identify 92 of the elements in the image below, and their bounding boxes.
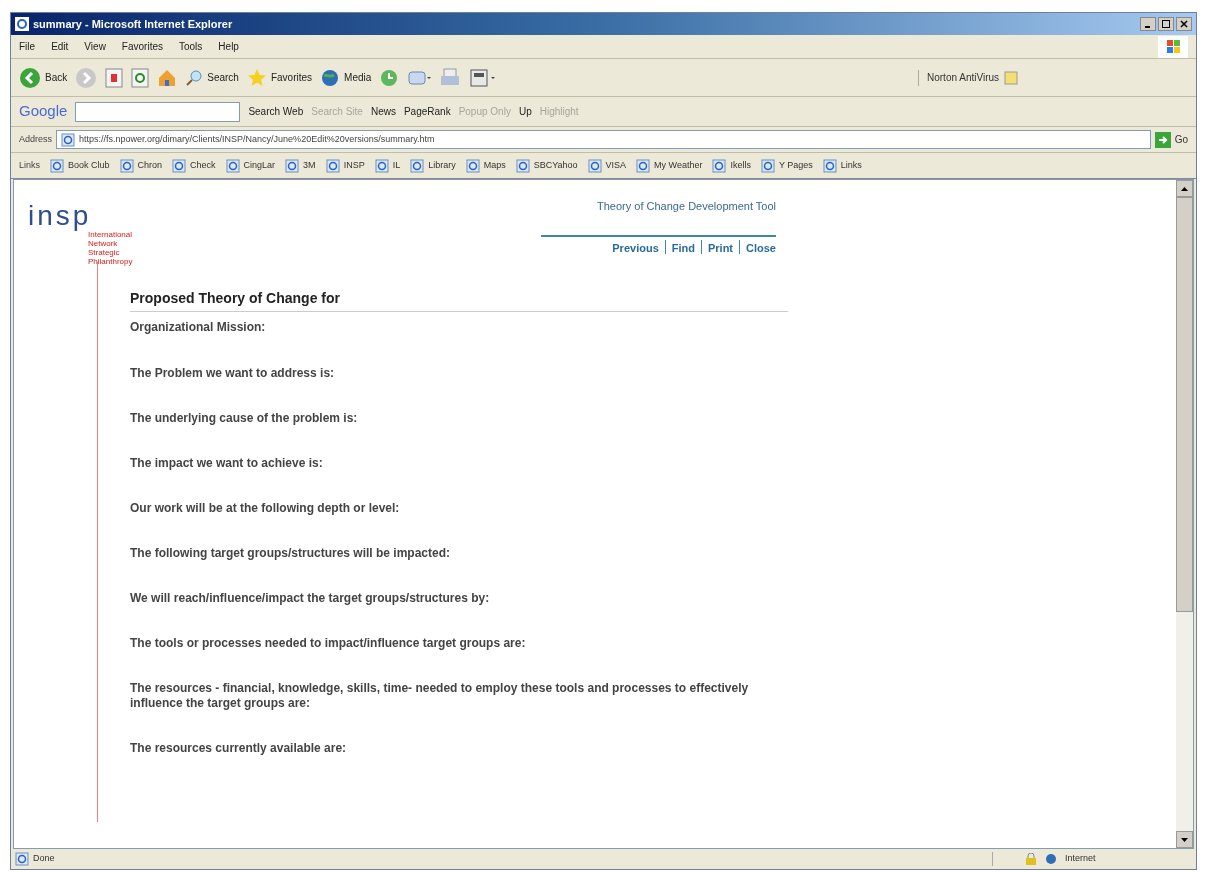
google-search-field[interactable] <box>75 101 241 122</box>
windows-flag-icon <box>1158 35 1188 58</box>
link-button[interactable]: Check <box>172 158 216 173</box>
logo-subtitle: Philanthropy <box>88 257 134 266</box>
ie-page-icon <box>410 158 425 173</box>
question-label: The tools or processes needed to impact/influence target groups are: <box>130 636 527 651</box>
menu-item[interactable]: Edit <box>51 39 69 54</box>
link-button[interactable]: My Weather <box>636 158 703 173</box>
lock-icon <box>1025 853 1037 865</box>
toolbar-button[interactable]: Back <box>19 66 68 89</box>
ie-page-icon <box>119 158 134 173</box>
minimize-button[interactable] <box>1140 17 1156 31</box>
toolbar-button[interactable]: Search <box>185 68 239 87</box>
link-button[interactable]: 3M <box>285 158 316 173</box>
logo-subtitle: Strategic <box>88 248 121 257</box>
star-icon <box>246 67 267 88</box>
maximize-icon <box>1162 20 1170 28</box>
down-arrow-icon[interactable] <box>1181 837 1188 842</box>
mission-label: Organizational Mission: <box>130 319 267 336</box>
nav-link[interactable]: Close <box>746 239 776 256</box>
question-label: The Problem we want to address is: <box>130 366 336 381</box>
address-label: Address <box>19 132 53 146</box>
links-label: Links <box>19 158 40 172</box>
ie-page-icon <box>50 158 64 173</box>
ie-page-icon <box>172 158 187 173</box>
google-toolbar-button[interactable]: PageRank <box>403 104 451 119</box>
question-label: We will reach/influence/impact the target groups/structures by: <box>130 591 491 606</box>
question-label: The impact we want to achieve is: <box>130 456 324 471</box>
menu-item[interactable]: File <box>19 39 36 54</box>
ie-logo-icon <box>15 17 29 31</box>
question-label: The following target groups/structures will be impacted: <box>130 546 452 561</box>
google-toolbar-button[interactable]: Up <box>518 104 532 119</box>
logo-subtitle: Network <box>88 239 119 248</box>
ie-page-icon <box>374 158 389 173</box>
google-toolbar-button[interactable]: News <box>370 104 396 119</box>
link-button[interactable]: Maps <box>465 158 506 173</box>
status-text: Done <box>33 852 55 866</box>
maximize-button[interactable] <box>1158 17 1174 31</box>
menu-item[interactable]: Tools <box>179 39 203 54</box>
logo-subtitle: International <box>88 230 134 239</box>
ie-page-icon <box>225 158 240 173</box>
link-button[interactable]: INSP <box>325 158 365 173</box>
link-button[interactable]: Y Pages <box>760 158 813 173</box>
house-icon[interactable] <box>157 67 178 88</box>
link-button[interactable]: Library <box>410 158 456 173</box>
question-label: The underlying cause of the problem is: <box>130 411 359 426</box>
menu-item[interactable]: Help <box>218 39 239 54</box>
ie-page-icon <box>822 158 837 173</box>
link-button[interactable]: SBCYahoo <box>515 158 578 173</box>
toolbar-button[interactable]: Media <box>320 67 372 88</box>
address-field[interactable]: https://fs.npower.org/dimary/Clients/INSP/Nancy/June%20Edit%20versions/summary.htm <box>56 130 1151 149</box>
toolbar-button[interactable]: Favorites <box>246 67 313 88</box>
question-label: The resources currently available are: <box>130 741 348 756</box>
ie-page-icon <box>61 132 76 147</box>
link-button[interactable]: Links <box>822 158 862 173</box>
google-toolbar-button[interactable]: Search Web <box>248 104 304 119</box>
link-button[interactable]: Chron <box>119 158 163 173</box>
link-button[interactable]: CingLar <box>225 158 276 173</box>
ie-page-icon <box>465 158 480 173</box>
scrollbar[interactable] <box>1176 180 1193 848</box>
ie-page-icon <box>636 158 651 173</box>
tool-title: Theory of Change Development Tool <box>597 199 776 214</box>
ie-page-icon <box>285 158 300 173</box>
insp-logo: insp <box>28 202 93 230</box>
ie-page-icon <box>325 158 340 173</box>
ie-page-icon <box>15 852 29 866</box>
zone-text: Internet <box>1065 852 1096 866</box>
ie-page-icon <box>760 158 775 173</box>
question-label: The resources - financial, knowledge, skills, time- needed to employ these tools and processes to effectively influence the target groups are: <box>130 681 750 711</box>
heading: Proposed Theory of Change for <box>130 288 788 312</box>
up-arrow-icon[interactable] <box>1181 186 1188 191</box>
link-button[interactable]: Ikells <box>712 158 751 173</box>
menu-item[interactable]: Favorites <box>121 39 163 54</box>
ie-page-icon <box>587 158 602 173</box>
go-button[interactable]: Go <box>1154 131 1188 148</box>
close-icon <box>1180 20 1188 28</box>
ie-page-icon <box>515 158 530 173</box>
menu-item[interactable]: View <box>84 39 106 54</box>
link-button[interactable]: Book Club <box>50 158 110 173</box>
google-logo: Google <box>19 101 68 122</box>
link-button[interactable]: IL <box>374 158 401 173</box>
nav-link[interactable]: Previous <box>612 239 659 256</box>
close-button[interactable] <box>1176 17 1192 31</box>
question-label: Our work will be at the following depth or level: <box>130 501 401 516</box>
search-icon <box>185 68 204 87</box>
window-title: summary - Microsoft Internet Explorer <box>33 16 233 32</box>
stop-icon[interactable] <box>105 67 124 88</box>
nav-link[interactable]: Print <box>707 239 734 256</box>
norton-antivirus-button[interactable]: Norton AntiVirus <box>927 70 1000 85</box>
link-button[interactable]: VISA <box>587 158 627 173</box>
ie-page-icon <box>712 158 727 173</box>
nav-link[interactable]: Find <box>671 239 695 256</box>
